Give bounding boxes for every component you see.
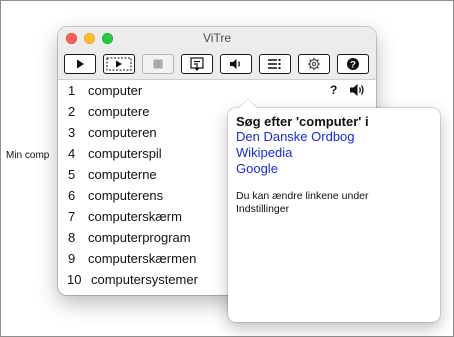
link-den-danske-ordbog[interactable]: Den Danske Ordbog (236, 129, 432, 145)
settings-button[interactable] (298, 54, 330, 74)
suggestion-word[interactable]: computerskærmen (88, 251, 196, 266)
suggestion-word[interactable]: computersystemer (91, 272, 198, 287)
suggestion-number: 9 (68, 251, 76, 266)
suggestion-word[interactable]: computerprogram (88, 230, 191, 245)
play-selection-icon (106, 57, 132, 71)
export-button[interactable] (181, 54, 213, 74)
window-title: ViTre (202, 31, 231, 45)
suggestion-number: 4 (68, 146, 76, 161)
suggestion-word[interactable]: computeren (88, 125, 157, 140)
stop-button[interactable] (142, 54, 174, 74)
popover-heading: Søg efter 'computer' i (236, 114, 369, 129)
gear-icon (307, 57, 321, 71)
list-icon (268, 59, 281, 69)
lookup-help-button[interactable]: ? (330, 83, 337, 97)
suggestion-word[interactable]: computerskærm (88, 209, 182, 224)
help-button[interactable]: ? (337, 54, 369, 74)
suggestion-word[interactable]: computerens (88, 188, 163, 203)
link-google[interactable]: Google (236, 161, 432, 177)
suggestion-word[interactable]: computere (88, 104, 149, 119)
stop-icon (153, 59, 163, 69)
speaker-icon[interactable] (349, 83, 367, 100)
suggestion-number: 7 (68, 209, 76, 224)
suggestion-word[interactable]: computer (88, 83, 142, 98)
suggestion-number: 10 (67, 272, 82, 287)
title-bar[interactable]: ViTre (58, 27, 376, 50)
suggestion-number: 5 (68, 167, 76, 182)
speaker-icon (230, 59, 240, 69)
play-button[interactable] (64, 54, 96, 74)
suggestion-number: 2 (68, 104, 76, 119)
export-icon (190, 57, 204, 71)
list-button[interactable] (259, 54, 291, 74)
svg-text:?: ? (350, 60, 356, 71)
suggestion-number: 3 (68, 125, 76, 140)
suggestion-word[interactable]: computerspil (88, 146, 162, 161)
lookup-popover: Søg efter 'computer' i Den Danske Ordbog… (228, 99, 440, 322)
play-selection-button[interactable] (103, 54, 135, 74)
toolbar: ? (58, 49, 376, 80)
suggestion-number: 1 (68, 83, 76, 98)
suggestion-row[interactable]: 1 computer ? (58, 80, 376, 101)
link-wikipedia[interactable]: Wikipedia (236, 145, 432, 161)
popover-note: Du kan ændre linkene under Indstillinger (236, 190, 369, 215)
speak-button[interactable] (220, 54, 252, 74)
suggestion-number: 6 (68, 188, 76, 203)
help-icon: ? (347, 58, 359, 71)
suggestion-word[interactable]: computerne (88, 167, 157, 182)
play-icon (77, 59, 84, 69)
suggestion-number: 8 (68, 230, 76, 245)
background-text: Min comp (6, 150, 50, 161)
